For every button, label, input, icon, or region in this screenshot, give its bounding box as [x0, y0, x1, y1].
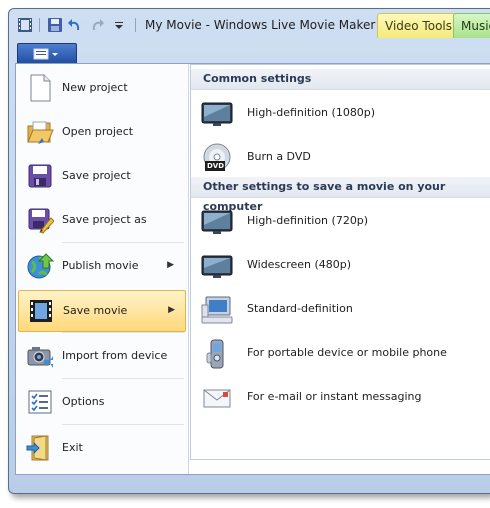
- submenu-header-other: Other settings to save a movie on your c…: [191, 177, 490, 213]
- menu-item-label: Exit: [62, 441, 83, 454]
- save-as-icon: [26, 206, 55, 234]
- submenu-item-widescreen-480p[interactable]: Widescreen (480p): [197, 245, 483, 285]
- submenu-item-label: Standard-definition: [247, 302, 353, 315]
- menu-item-publish-movie[interactable]: Publish movie ▶: [18, 246, 184, 286]
- menu-item-save-movie[interactable]: Save movie ▶: [18, 290, 186, 332]
- menu-divider: [62, 378, 184, 379]
- menu-divider: [62, 242, 184, 243]
- submenu-item-label: High-definition (720p): [247, 214, 369, 227]
- tab-video-tools[interactable]: Video Tools: [377, 13, 460, 38]
- menu-item-options[interactable]: Options: [18, 382, 184, 422]
- menu-divider: [62, 424, 184, 425]
- menu-item-label: New project: [62, 81, 128, 94]
- submenu-item-label: Burn a DVD: [247, 150, 311, 163]
- options-checklist-icon: [26, 388, 54, 416]
- submenu-item-email-im[interactable]: For e-mail or instant messaging: [197, 377, 483, 417]
- submenu-arrow-icon: ▶: [168, 305, 175, 315]
- open-folder-icon: [26, 118, 54, 146]
- redo-icon[interactable]: [89, 17, 105, 33]
- submenu-item-hd-1080p[interactable]: High-definition (1080p): [197, 93, 483, 133]
- application-menu-icon: [32, 47, 62, 64]
- submenu-item-standard-definition[interactable]: Standard-definition: [197, 289, 483, 329]
- email-envelope-icon: [201, 383, 233, 413]
- save-quick-icon[interactable]: [47, 17, 63, 33]
- menu-item-new-project[interactable]: New project: [18, 68, 184, 108]
- menu-item-exit[interactable]: Exit: [18, 428, 184, 468]
- film-save-icon: [27, 297, 55, 325]
- camera-import-icon: [26, 342, 54, 370]
- submenu-item-label: Widescreen (480p): [247, 258, 352, 271]
- menu-item-import-from-device[interactable]: Import from device: [18, 336, 184, 376]
- tab-music[interactable]: Music: [453, 13, 490, 38]
- title-separator: [135, 18, 136, 32]
- submenu-item-hd-720p[interactable]: High-definition (720p): [197, 201, 483, 241]
- mobile-phone-icon: [201, 339, 233, 369]
- menu-divider: [62, 332, 184, 333]
- qat-separator: [39, 18, 40, 32]
- app-window: My Movie - Windows Live Movie Maker Vide…: [8, 8, 490, 494]
- dvd-disc-icon: DVD: [201, 143, 233, 173]
- menu-item-label: Import from device: [62, 349, 168, 362]
- menu-item-save-project-as[interactable]: Save project as: [18, 200, 184, 240]
- menu-item-label: Save movie: [63, 304, 128, 317]
- menu-item-label: Publish movie: [62, 259, 139, 272]
- exit-door-icon: [26, 434, 54, 462]
- computer-monitor-icon: [201, 295, 233, 325]
- hd-monitor-icon: [201, 207, 233, 237]
- floppy-disk-icon: [26, 162, 54, 190]
- submenu-header-common: Common settings: [191, 69, 490, 90]
- hd-monitor-icon: [201, 99, 233, 129]
- application-menu-button[interactable]: [17, 43, 77, 65]
- submenu-item-label: For portable device or mobile phone: [247, 346, 447, 359]
- movie-maker-app-icon[interactable]: [17, 17, 33, 33]
- dvd-badge: DVD: [207, 162, 225, 170]
- submenu-arrow-icon: ▶: [167, 260, 174, 270]
- file-menu: New project Open project Save project Sa…: [15, 63, 490, 475]
- window-title: My Movie - Windows Live Movie Maker: [145, 18, 376, 32]
- menu-item-label: Save project: [62, 169, 131, 182]
- new-document-icon: [26, 74, 54, 102]
- file-menu-commands: New project Open project Save project Sa…: [16, 64, 189, 474]
- menu-item-open-project[interactable]: Open project: [18, 112, 184, 152]
- submenu-item-label: High-definition (1080p): [247, 106, 376, 119]
- submenu-item-label: For e-mail or instant messaging: [247, 390, 422, 403]
- submenu-item-burn-dvd[interactable]: DVD Burn a DVD: [197, 137, 483, 177]
- menu-item-save-project[interactable]: Save project: [18, 156, 184, 196]
- menu-item-label: Save project as: [62, 213, 147, 226]
- submenu-item-portable-device[interactable]: For portable device or mobile phone: [197, 333, 483, 373]
- menu-item-label: Open project: [62, 125, 134, 138]
- save-movie-submenu: Common settings High-definition (1080p) …: [190, 64, 490, 460]
- menu-item-label: Options: [62, 395, 105, 408]
- customize-qat-icon[interactable]: [111, 17, 127, 33]
- undo-icon[interactable]: [67, 17, 83, 33]
- title-bar: My Movie - Windows Live Movie Maker Vide…: [9, 9, 490, 43]
- globe-upload-icon: [26, 252, 55, 280]
- widescreen-monitor-icon: [201, 251, 233, 281]
